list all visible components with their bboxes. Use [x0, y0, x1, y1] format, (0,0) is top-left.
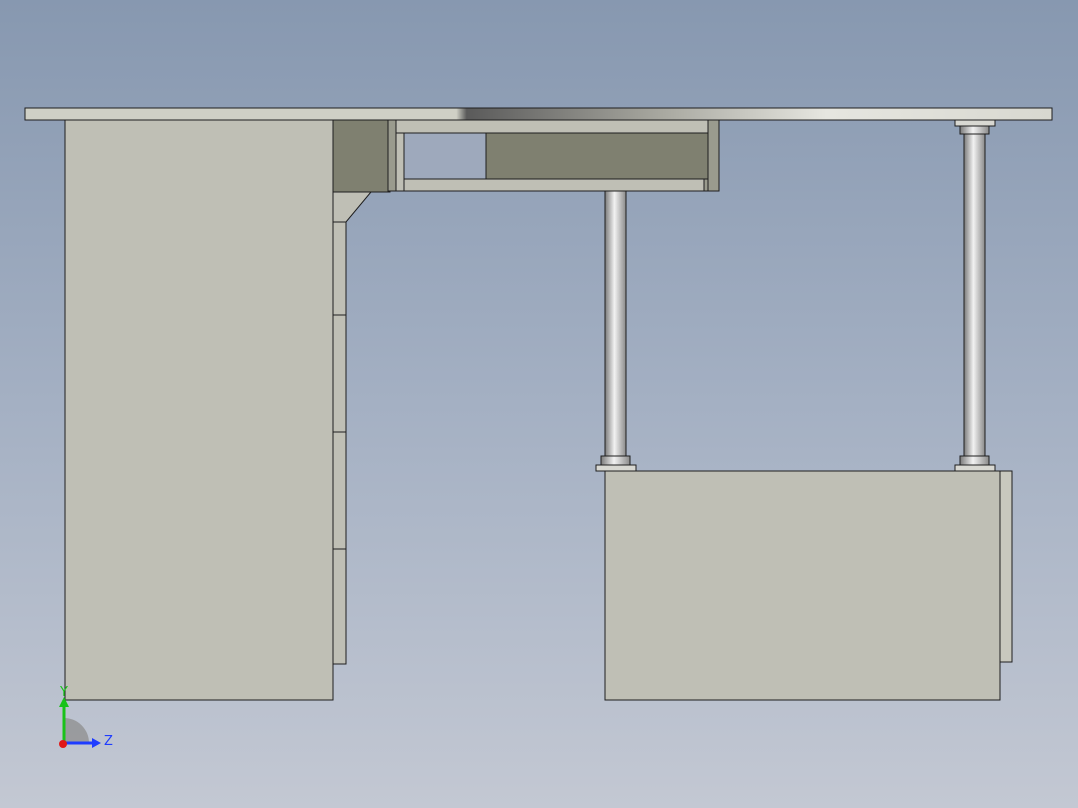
tray-panel: [485, 132, 709, 180]
right-cabinet-side: [999, 470, 1013, 663]
drawer-front: [332, 431, 347, 550]
pole-rear-top-collar: [959, 125, 990, 135]
pole-front-base: [595, 464, 637, 472]
x-axis-dot: [59, 740, 67, 748]
side-bracket: [332, 119, 391, 193]
right-cabinet: [604, 470, 1001, 701]
y-axis-label: Y: [59, 685, 68, 700]
pole-rear-top-plate: [954, 119, 996, 127]
pole-rear-base: [954, 464, 996, 472]
tray-rail-top: [395, 119, 712, 134]
tray-opening: [403, 132, 487, 180]
tray-left-post: [395, 132, 405, 192]
z-axis-label: Z: [104, 734, 113, 749]
left-pedestal: [64, 119, 334, 701]
drawer-front: [332, 314, 347, 433]
tray-right-post: [707, 119, 720, 192]
desk-model[interactable]: [0, 0, 1078, 808]
cad-viewport[interactable]: Y Z: [0, 0, 1078, 808]
triad-arc: [64, 718, 89, 743]
z-axis-arrow: [92, 738, 101, 748]
pole-rear: [963, 133, 986, 457]
tray-bottom: [403, 178, 705, 192]
axis-triad: Y Z: [59, 685, 113, 749]
desktop-top: [24, 107, 1053, 121]
drawer-front: [332, 548, 347, 665]
gusset: [332, 191, 373, 223]
pole-front: [604, 190, 627, 457]
